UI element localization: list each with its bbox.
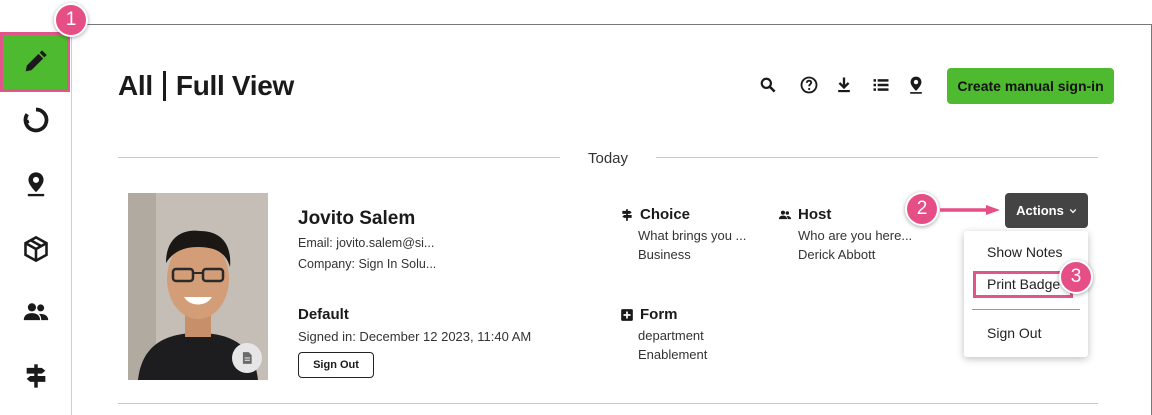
- menu-divider: [972, 309, 1080, 310]
- field-host-label: Host: [798, 206, 832, 223]
- visitor-email: Email: jovito.salem@si...: [298, 236, 435, 250]
- callout-1: 1: [54, 3, 88, 37]
- list-icon: [873, 79, 889, 91]
- people-icon: [778, 210, 792, 219]
- field-host-value: Derick Abbott: [798, 247, 876, 262]
- highlight-box: [973, 271, 1073, 298]
- title-view: Full View: [175, 70, 295, 101]
- notes-badge[interactable]: [232, 343, 262, 373]
- menu-item-sign-out[interactable]: Sign Out: [964, 318, 1088, 348]
- download-button[interactable]: [833, 74, 855, 96]
- field-choice-value: Business: [638, 247, 691, 262]
- field-form-header: Form: [620, 306, 678, 323]
- actions-button[interactable]: Actions: [1005, 193, 1088, 228]
- field-form-label: Form: [640, 306, 678, 323]
- search-icon: [760, 77, 776, 93]
- field-form-value: Enablement: [638, 347, 708, 362]
- list-view-button[interactable]: [870, 74, 892, 96]
- help-icon: [800, 76, 818, 94]
- actions-label: Actions: [1016, 203, 1064, 218]
- search-button[interactable]: [757, 74, 779, 96]
- visitor-location: Default: [298, 306, 349, 323]
- document-icon: [242, 352, 252, 364]
- divider: [656, 157, 1098, 158]
- sign-out-button[interactable]: Sign Out: [298, 352, 374, 378]
- callout-arrow: [940, 205, 1000, 215]
- loading-ring-icon: [23, 107, 49, 133]
- location-filter-button[interactable]: [905, 74, 927, 96]
- divider: [118, 403, 1098, 404]
- title-separator: [162, 71, 166, 101]
- chevron-down-icon: [1069, 208, 1077, 213]
- group-label: Today: [587, 150, 629, 167]
- sidebar-item-sign-in[interactable]: [0, 32, 70, 92]
- field-host-header: Host: [778, 206, 831, 223]
- visitor-company: Company: Sign In Solu...: [298, 257, 437, 271]
- package-icon: [24, 235, 48, 263]
- location-icon: [27, 172, 45, 197]
- field-choice-label: Choice: [640, 206, 691, 223]
- field-choice-question: What brings you ...: [638, 228, 747, 243]
- sidebar: [0, 24, 72, 415]
- plus-box-icon: [621, 308, 633, 321]
- divider: [118, 157, 560, 158]
- signpost-icon: [26, 364, 46, 388]
- title-filter: All: [118, 70, 153, 101]
- sidebar-item-dashboard[interactable]: [0, 90, 72, 150]
- people-icon: [23, 303, 49, 321]
- page-title: All Full View: [118, 70, 294, 102]
- sidebar-item-fields[interactable]: [0, 346, 72, 406]
- sidebar-item-locations[interactable]: [0, 154, 72, 214]
- field-host-question: Who are you here...: [798, 228, 913, 243]
- callout-3: 3: [1059, 260, 1093, 294]
- visitor-name: Jovito Salem: [298, 208, 416, 229]
- callout-2: 2: [905, 192, 939, 226]
- sidebar-item-deliveries[interactable]: [0, 219, 72, 279]
- download-icon: [838, 77, 850, 93]
- field-form-question: department: [638, 328, 704, 343]
- signed-in-time: Signed in: December 12 2023, 11:40 AM: [298, 329, 532, 344]
- help-button[interactable]: [798, 74, 820, 96]
- create-manual-sign-in-button[interactable]: Create manual sign-in: [947, 68, 1114, 104]
- location-pin-icon: [910, 76, 922, 94]
- sidebar-item-people[interactable]: [0, 282, 72, 342]
- field-choice-header: Choice: [620, 206, 690, 223]
- pen-icon: [25, 50, 47, 72]
- signpost-icon: [622, 208, 632, 221]
